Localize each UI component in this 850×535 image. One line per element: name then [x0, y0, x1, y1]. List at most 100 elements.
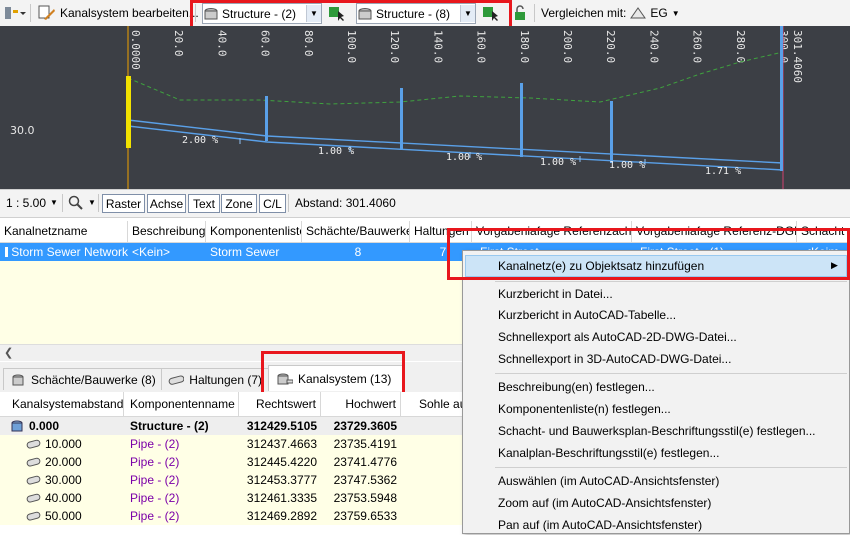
chevron-down-icon[interactable]: ▼	[460, 5, 475, 22]
horizontal-scrollbar[interactable]: ❮	[0, 344, 462, 361]
unlock-button[interactable]	[512, 0, 528, 26]
menu-item-report-table[interactable]: Kurzbericht in AutoCAD-Tabelle...	[498, 305, 676, 325]
menu-item-pan[interactable]: Pan auf (im AutoCAD-Ansichtsfenster)	[498, 515, 702, 535]
table-row[interactable]: 10.000 Pipe - (2) 312437.4663 23735.4191	[0, 435, 462, 453]
tab-network-label: Kanalsystem (13)	[298, 372, 391, 386]
station-label: 120.0	[388, 30, 401, 63]
network-parts-list: Storm Sewer	[206, 243, 302, 261]
col-structures[interactable]: Schächte/Bauwerke	[302, 221, 410, 242]
structure-icon	[357, 7, 373, 21]
grid-toggle-button[interactable]: Raster	[102, 194, 145, 213]
structure-combo-1[interactable]: Structure - (2) ▼	[202, 3, 322, 24]
col-parts-list[interactable]: Komponentenliste	[206, 221, 302, 242]
menu-item-add-to-data-shortcuts[interactable]: Kanalnetz(e) zu Objektsatz hinzufügen	[498, 256, 704, 276]
edit-network-button[interactable]: Kanalsystem bearbeiten...	[38, 0, 199, 26]
station-value: 10.000	[45, 435, 82, 453]
profile-view[interactable]: 0.000020.040.060.080.0100.0120.0140.0160…	[0, 26, 850, 189]
chevron-down-icon: ▼	[672, 9, 680, 18]
pick-cursor-icon	[482, 5, 500, 21]
part-name: Pipe - (2)	[130, 489, 239, 507]
table-row[interactable]: 40.000 Pipe - (2) 312461.3335 23753.5948	[0, 489, 462, 507]
scroll-left-icon[interactable]: ❮	[4, 346, 13, 359]
col-part-name[interactable]: Komponentenname	[124, 392, 239, 416]
station-cell: 50.000	[26, 507, 136, 525]
col-pipes[interactable]: Haltungen	[410, 221, 472, 242]
edit-network-icon	[38, 5, 56, 21]
tab-structures[interactable]: Schächte/Bauwerke (8)	[3, 368, 163, 390]
part-name: Pipe - (2)	[130, 471, 239, 489]
menu-item-set-structure-label-style[interactable]: Schacht- und Bauwerksplan-Beschriftungss…	[498, 421, 816, 441]
menu-item-zoom[interactable]: Zoom auf (im AutoCAD-Ansichtsfenster)	[498, 493, 711, 513]
zone-toggle-button[interactable]: Zone	[221, 194, 257, 213]
part-name: Pipe - (2)	[130, 435, 239, 453]
station-label: 220.0	[604, 30, 617, 63]
menu-item-set-description[interactable]: Beschreibung(en) festlegen...	[498, 377, 655, 397]
zoom-button[interactable]: ▼	[68, 190, 96, 215]
network-name: Storm Sewer Network	[11, 243, 128, 261]
structure-combo-2-value: Structure - (8)	[373, 7, 460, 21]
surface-icon	[630, 6, 646, 20]
slope-label: 1.00 %	[540, 157, 576, 168]
col-station[interactable]: Kanalsystemabstand	[0, 392, 124, 416]
menu-item-set-network-label-style[interactable]: Kanalplan-Beschriftungsstil(e) festlegen…	[498, 443, 719, 463]
station-cell: 10.000	[26, 435, 136, 453]
chevron-down-icon: ▼	[88, 198, 96, 207]
northing-value: 23753.5948	[321, 489, 397, 507]
scale-dropdown[interactable]: 1 : 5.00 ▼	[6, 190, 58, 215]
chevron-down-icon[interactable]: ▼	[306, 5, 321, 22]
table-row[interactable]: 30.000 Pipe - (2) 312453.3777 23747.5362	[0, 471, 462, 489]
station-label: 301.4060	[791, 30, 804, 83]
chevron-down-icon: ▼	[50, 198, 58, 207]
slope-label: 1.00 %	[446, 152, 482, 163]
axis-toggle-button[interactable]: Achse	[147, 194, 186, 213]
tab-bar: Schächte/Bauwerke (8) Haltungen (7) Kana…	[0, 362, 462, 392]
col-ref-alignment[interactable]: Vorgabeniafage Referenzachse	[472, 221, 632, 242]
menu-item-select[interactable]: Auswählen (im AutoCAD-Ansichtsfenster)	[498, 471, 719, 491]
menu-item-export-3d[interactable]: Schnellexport in 3D-AutoCAD-DWG-Datei...	[498, 349, 731, 369]
slope-label: 1.71 %	[705, 166, 741, 177]
profile-drawing: 0.000020.040.060.080.0100.0120.0140.0160…	[0, 26, 850, 189]
col-northing[interactable]: Hochwert	[321, 392, 401, 416]
menu-item-report-file[interactable]: Kurzbericht in Datei...	[498, 284, 613, 304]
menu-item-set-parts-list[interactable]: Komponentenliste(n) festlegen...	[498, 399, 671, 419]
table-row[interactable]: 50.000 Pipe - (2) 312469.2892 23759.6533	[0, 507, 462, 525]
structure-icon	[10, 420, 26, 432]
structure-icon	[203, 7, 219, 21]
profile-toolbar: 1 : 5.00 ▼ ▼ Raster Achse Text Zone C/L …	[0, 189, 850, 218]
station-label: 20.0	[172, 30, 185, 57]
col-invert[interactable]: Sohle au	[401, 392, 462, 416]
table-row[interactable]: 20.000 Pipe - (2) 312445.4220 23741.4776	[0, 453, 462, 471]
compare-dropdown[interactable]: EG ▼	[630, 6, 679, 20]
network-table-header: Kanalnetzname Beschreibung Komponentenli…	[0, 221, 850, 243]
pipe-icon	[26, 438, 42, 450]
slope-label: 1.00 %	[318, 146, 354, 157]
col-rules[interactable]: Schacht	[797, 221, 850, 242]
text-toggle-button[interactable]: Text	[188, 194, 220, 213]
station-value: 50.000	[45, 507, 82, 525]
structure-combo-2[interactable]: Structure - (8) ▼	[356, 3, 476, 24]
easting-value: 312445.4220	[239, 453, 317, 471]
start-structure	[126, 76, 131, 148]
col-description[interactable]: Beschreibung	[128, 221, 206, 242]
tab-network[interactable]: Kanalsystem (13)	[268, 365, 404, 391]
station-value: 20.000	[45, 453, 82, 471]
station-label: 80.0	[302, 30, 315, 57]
northing-value: 23735.4191	[321, 435, 397, 453]
centerline-toggle-button[interactable]: C/L	[259, 194, 286, 213]
tab-pipes[interactable]: Haltungen (7)	[161, 368, 269, 390]
col-easting[interactable]: Rechtswert	[239, 392, 321, 416]
table-row[interactable]: 0.000 Structure - (2) 312429.5105 23729.…	[0, 417, 462, 435]
pick-structure-2-button[interactable]	[482, 0, 500, 26]
col-ref-surface[interactable]: Vorgabeniafage Referenz-DGM	[632, 221, 797, 242]
menu-item-export-2d[interactable]: Schnellexport als AutoCAD-2D-DWG-Datei..…	[498, 327, 737, 347]
tab-pipes-label: Haltungen (7)	[189, 373, 262, 387]
station-label: 240.0	[647, 30, 660, 63]
northing-value: 23741.4776	[321, 453, 397, 471]
station-label: 180.0	[518, 30, 531, 63]
distance-label: Abstand: 301.4060	[295, 190, 396, 215]
compare-section: Vergleichen mit: EG ▼	[541, 0, 680, 26]
network-tools-button[interactable]	[4, 0, 26, 26]
col-network-name[interactable]: Kanalnetzname	[0, 221, 128, 242]
pick-structure-1-button[interactable]	[328, 0, 346, 26]
network-name-cell: Storm Sewer Network	[0, 243, 128, 261]
